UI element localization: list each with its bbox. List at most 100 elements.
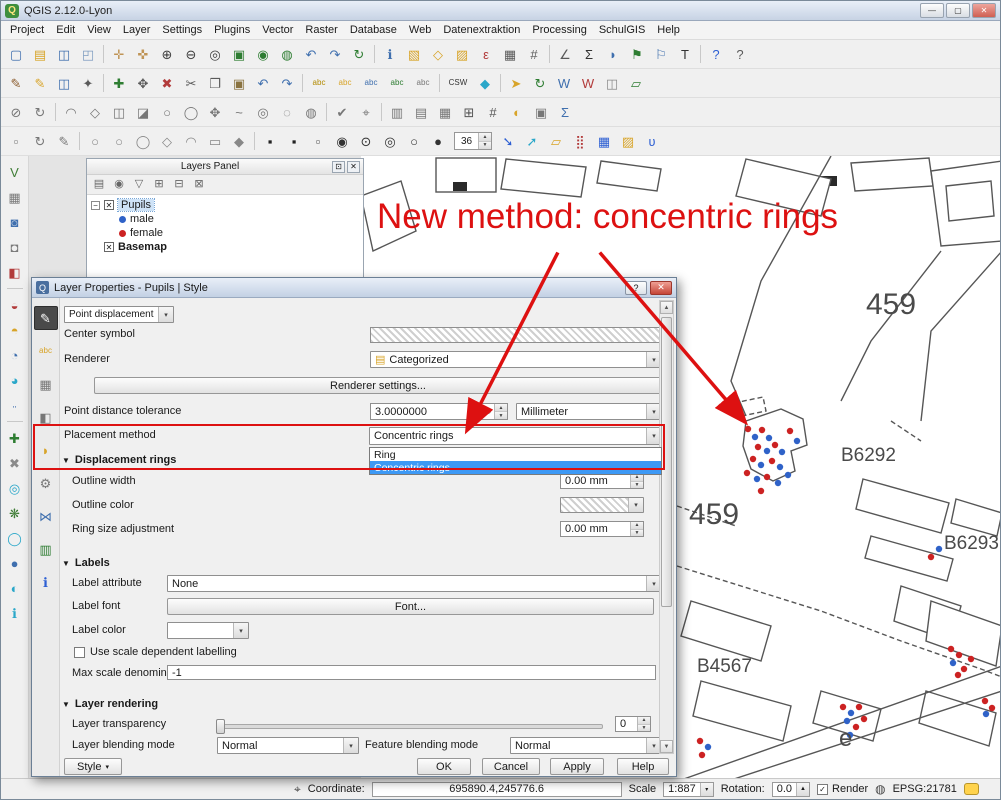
layer-row-basemap[interactable]: ✕ Basemap bbox=[91, 240, 359, 254]
grid-toggle-icon[interactable]: ⊞ bbox=[457, 101, 481, 123]
help-circle-icon[interactable]: ℹ bbox=[4, 602, 26, 624]
merge-features-icon[interactable]: ○ bbox=[155, 101, 179, 123]
open-project-icon[interactable]: ▤ bbox=[28, 43, 52, 65]
layer-checkbox-basemap[interactable]: ✕ bbox=[104, 242, 114, 252]
spin-down-icon[interactable]: ▼ bbox=[495, 412, 507, 419]
tab-rendering-icon[interactable]: ◧ bbox=[34, 405, 58, 429]
show-statistics-icon[interactable]: Σ bbox=[577, 43, 601, 65]
shape-arc-icon[interactable]: ◠ bbox=[179, 130, 203, 152]
menu-vector[interactable]: Vector bbox=[256, 22, 299, 38]
blue-grid-tool-icon[interactable]: ▦ bbox=[592, 130, 616, 152]
add-wcs-layer-icon[interactable]: ◔ bbox=[4, 344, 26, 366]
ring-icon-icon[interactable]: ◎ bbox=[378, 130, 402, 152]
delete-part-icon[interactable]: ◌ bbox=[275, 101, 299, 123]
rotate-point-symbols-icon[interactable]: ✥ bbox=[203, 101, 227, 123]
enable-advanced-digitizing-icon[interactable]: ⊘ bbox=[4, 101, 28, 123]
menu-help[interactable]: Help bbox=[651, 22, 686, 38]
symbol-scale-spinbox[interactable]: 36 ▲ ▼ bbox=[454, 132, 492, 150]
transparency-spinbox[interactable]: 0 ▲ ▼ bbox=[615, 716, 651, 732]
merge-attributes-icon[interactable]: ◯ bbox=[179, 101, 203, 123]
fill-ring-icon[interactable]: ◍ bbox=[299, 101, 323, 123]
ring-size-spinbox[interactable]: 0.00 mm ▲ ▼ bbox=[560, 521, 644, 537]
osm-tools-icon[interactable]: ◯ bbox=[4, 527, 26, 549]
rotate-label-icon[interactable]: ↻ bbox=[28, 130, 52, 152]
add-wms-layer-icon[interactable]: ◓ bbox=[4, 319, 26, 341]
split-parts-icon[interactable]: ◪ bbox=[131, 101, 155, 123]
help-button[interactable]: Help bbox=[617, 758, 669, 775]
shape-circle-icon[interactable]: ◯ bbox=[131, 130, 155, 152]
legend-row-female[interactable]: female bbox=[119, 226, 359, 240]
identify-features-icon[interactable]: ℹ bbox=[378, 43, 402, 65]
zoom-to-layer-icon[interactable]: ◍ bbox=[275, 43, 299, 65]
scale-dependent-row[interactable]: Use scale dependent labelling bbox=[74, 646, 237, 659]
point-distance-input[interactable]: 3.0000000 ⊗ ▲ ▼ bbox=[370, 403, 508, 420]
new-bookmark-icon[interactable]: ⚑ bbox=[625, 43, 649, 65]
interpolation-tool-icon[interactable]: ◐ bbox=[4, 577, 26, 599]
add-raster-layer-icon[interactable]: ▦ bbox=[4, 186, 26, 208]
toggle-editing-icon[interactable]: ✎ bbox=[28, 72, 52, 94]
panel-close-button[interactable]: ✕ bbox=[347, 161, 360, 173]
openlayers-plugin-icon[interactable]: ↻ bbox=[528, 72, 552, 94]
shape-rectangle-icon[interactable]: ▭ bbox=[203, 130, 227, 152]
label-color-button[interactable]: ▾ bbox=[167, 622, 249, 639]
copy-features-icon[interactable]: ❐ bbox=[203, 72, 227, 94]
placement-method-combo[interactable]: Concentric rings ▾ bbox=[369, 427, 662, 445]
layer-checkbox-pupils[interactable]: ✕ bbox=[104, 200, 114, 210]
open-folder-green-icon[interactable]: ▱ bbox=[624, 72, 648, 94]
add-feature-icon[interactable]: ✚ bbox=[107, 72, 131, 94]
menu-datenextraktion[interactable]: Datenextraktion bbox=[437, 22, 526, 38]
extent-black-2-icon[interactable]: ▪ bbox=[282, 130, 306, 152]
minimize-button[interactable]: — bbox=[920, 3, 944, 18]
new-project-icon[interactable]: ▢ bbox=[4, 43, 28, 65]
python-console-icon[interactable]: ➤ bbox=[504, 72, 528, 94]
reshape-features-icon[interactable]: ◇ bbox=[83, 101, 107, 123]
menu-project[interactable]: Project bbox=[4, 22, 50, 38]
render-checkbox[interactable]: ✓ bbox=[817, 784, 828, 795]
change-label-icon[interactable]: ✎ bbox=[52, 130, 76, 152]
dropdown-option-ring[interactable]: Ring bbox=[370, 448, 661, 461]
crs-status-icon[interactable]: ◍ bbox=[875, 782, 885, 796]
csw-search-icon[interactable]: CSW bbox=[443, 72, 473, 94]
simplify-feature-icon[interactable]: ~ bbox=[227, 101, 251, 123]
dialog-close-button[interactable]: ✕ bbox=[650, 281, 672, 295]
menu-edit[interactable]: Edit bbox=[50, 22, 81, 38]
move-feature-icon[interactable]: ✥ bbox=[131, 72, 155, 94]
dropdown-option-concentric-rings[interactable]: Concentric rings bbox=[370, 461, 661, 474]
web-service-blue-icon[interactable]: W bbox=[552, 72, 576, 94]
small-ring-icon[interactable]: ○ bbox=[402, 130, 426, 152]
tab-diagrams-icon[interactable]: ▥ bbox=[34, 537, 58, 561]
menu-schulgis[interactable]: SchulGIS bbox=[593, 22, 651, 38]
displacement-rings-section[interactable]: ▼ Displacement rings bbox=[62, 454, 176, 466]
spin-down-icon[interactable]: ▼ bbox=[631, 482, 643, 489]
tab-fields-icon[interactable]: ▦ bbox=[34, 372, 58, 396]
text-annotation-icon[interactable]: T bbox=[673, 43, 697, 65]
spin-up-icon[interactable]: ▲ bbox=[631, 474, 643, 482]
close-button[interactable]: ✕ bbox=[972, 3, 996, 18]
feature-blending-combo[interactable]: Normal ▾ bbox=[510, 737, 662, 754]
processing-arrow-teal-icon[interactable]: ➚ bbox=[520, 130, 544, 152]
clear-value-icon[interactable]: ⊗ bbox=[484, 406, 492, 417]
dialog-scrollbar[interactable]: ▲ ▼ bbox=[659, 300, 674, 754]
sum-tool-icon[interactable]: Σ bbox=[553, 101, 577, 123]
db-manager-icon[interactable]: ◫ bbox=[600, 72, 624, 94]
ok-button[interactable]: OK bbox=[417, 758, 471, 775]
add-delimited-text-layer-icon[interactable]: ,, bbox=[4, 394, 26, 416]
select-by-polygon-icon[interactable]: ◇ bbox=[426, 43, 450, 65]
pan-map-icon[interactable]: ✛ bbox=[107, 43, 131, 65]
spin-up-icon[interactable]: ▲ bbox=[638, 717, 650, 725]
scrollbar-down-icon[interactable]: ▼ bbox=[660, 740, 673, 753]
scale-dependent-checkbox[interactable] bbox=[74, 647, 85, 658]
layer-blending-combo[interactable]: Normal ▾ bbox=[217, 737, 359, 754]
remove-layer-icon[interactable]: ⊠ bbox=[190, 176, 208, 193]
delete-ring-icon[interactable]: ◎ bbox=[251, 101, 275, 123]
add-mssql-layer-icon[interactable]: ◧ bbox=[4, 261, 26, 283]
max-scale-input[interactable]: -1 bbox=[167, 665, 656, 680]
spin-up-icon[interactable]: ▲ bbox=[495, 404, 507, 412]
point-distance-spin[interactable]: ▲ ▼ bbox=[494, 404, 507, 419]
save-layer-edits-icon[interactable]: ◫ bbox=[52, 72, 76, 94]
spin-up-icon[interactable]: ▲ bbox=[631, 522, 643, 530]
label-green-icon[interactable]: abc bbox=[384, 72, 410, 94]
dialog-help-button[interactable]: ? bbox=[625, 281, 647, 295]
deselect-features-icon[interactable]: ▨ bbox=[450, 43, 474, 65]
grass-tools-icon[interactable]: ❋ bbox=[4, 502, 26, 524]
